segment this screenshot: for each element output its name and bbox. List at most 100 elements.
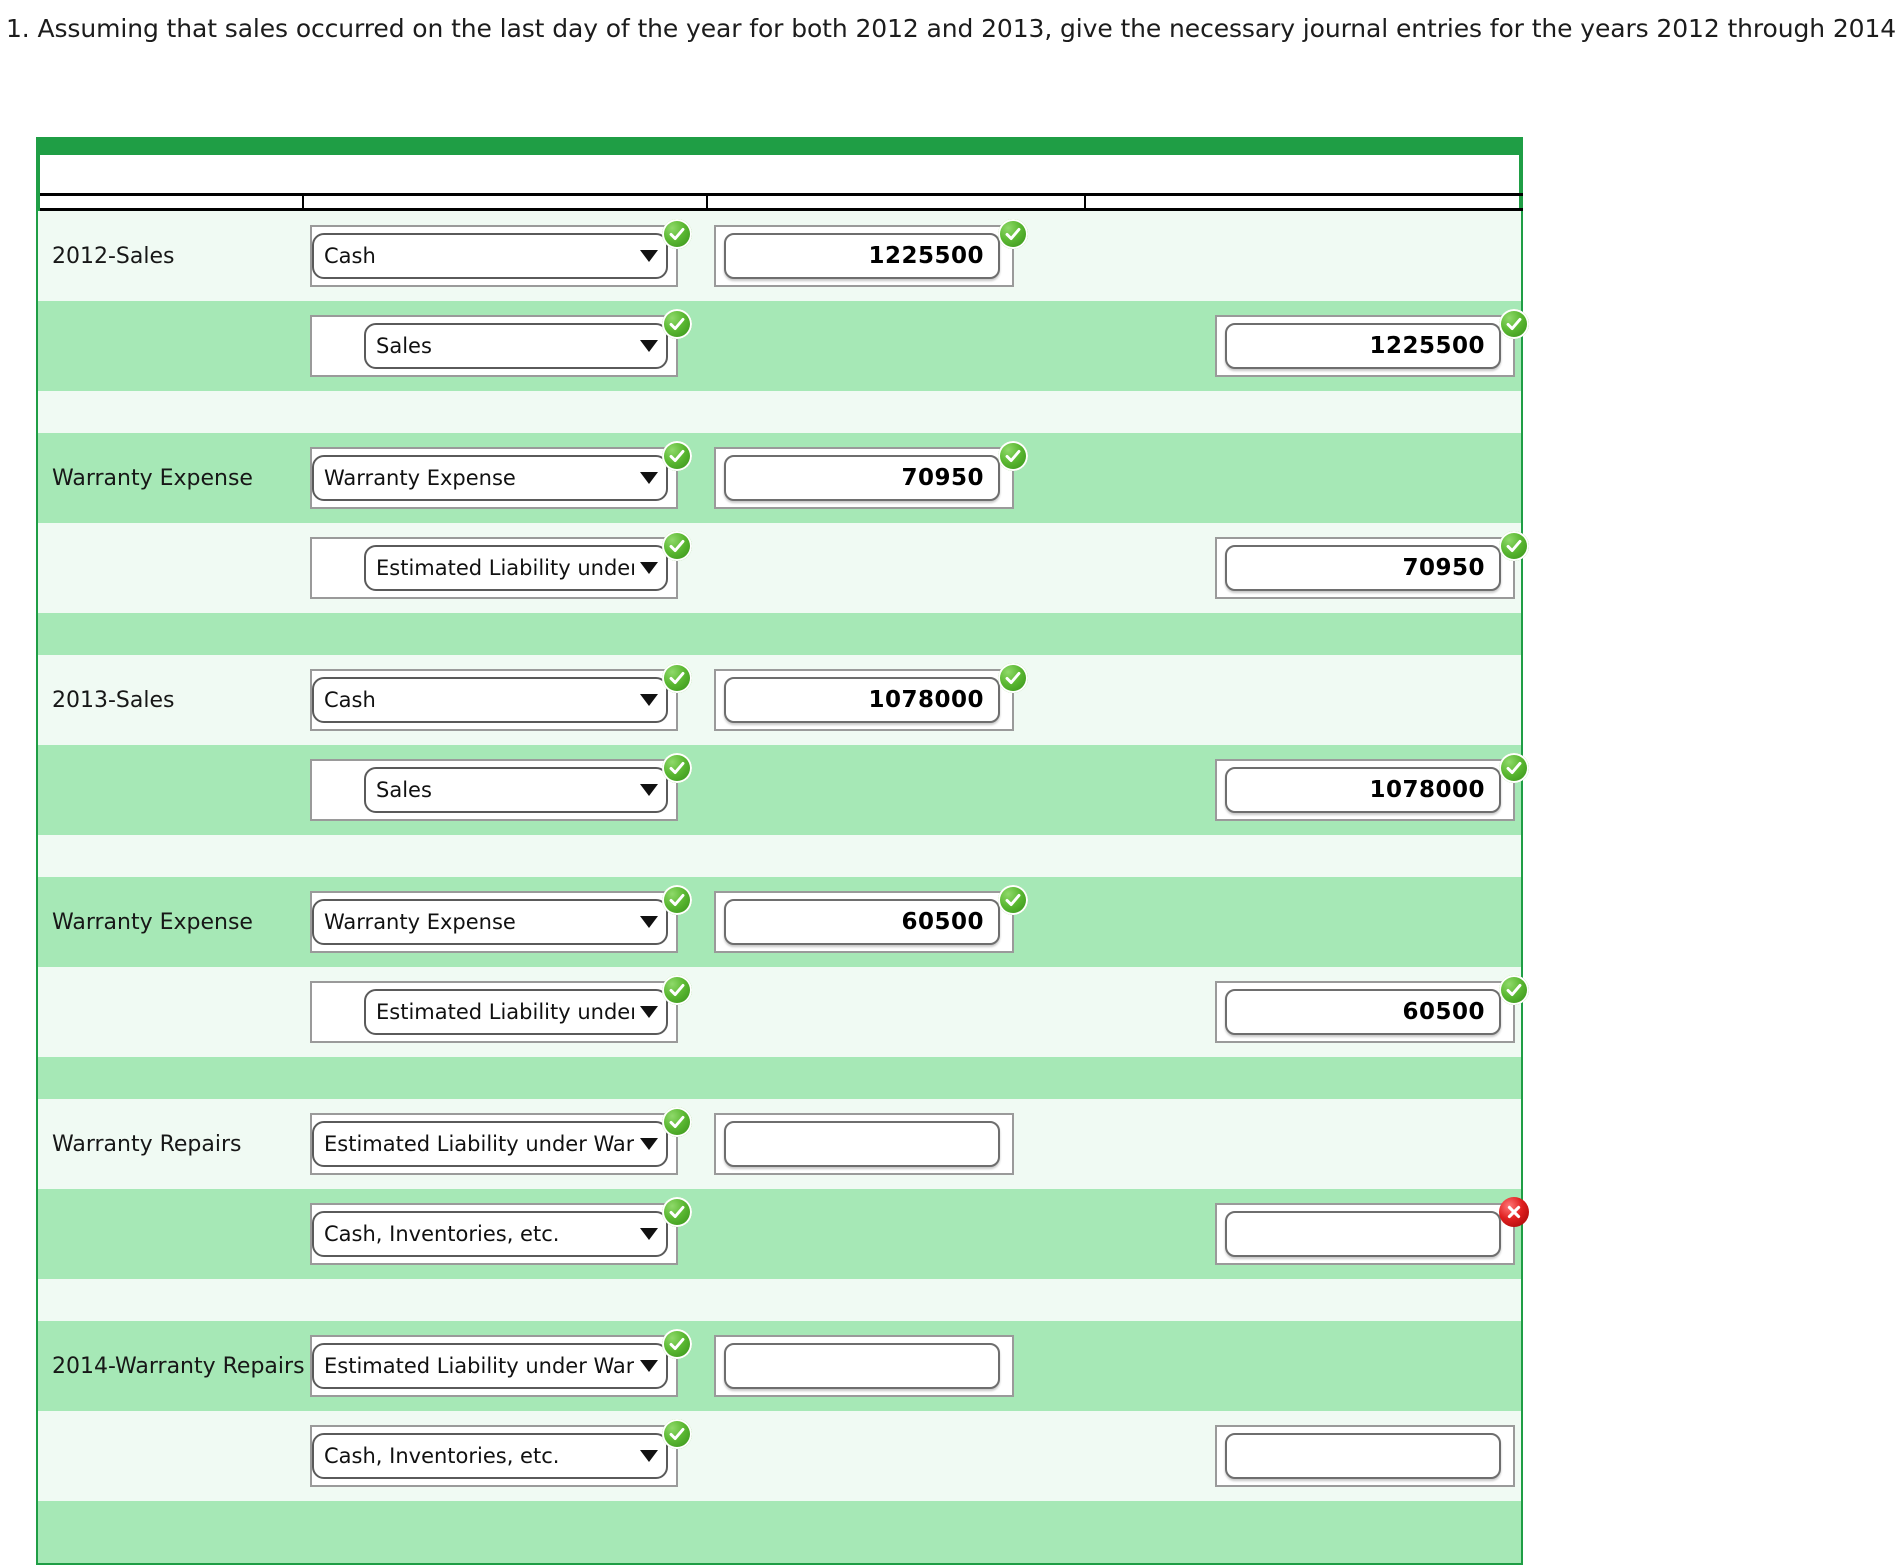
chevron-down-icon [640, 472, 658, 484]
check-circle-icon [662, 441, 692, 471]
table-spacer-row [38, 613, 1521, 655]
journal-entry-row: 2014-Warranty Repairs Estimated Liability… [38, 1321, 1521, 1411]
journal-entry-row: Estimated Liability under Warr 60500 [38, 967, 1529, 1057]
credit-amount-wrapper[interactable] [1215, 1197, 1529, 1265]
account-select-wrapper[interactable]: Cash, Inventories, etc. [310, 1419, 692, 1487]
entry-label-cell [38, 523, 300, 613]
credit-amount-input[interactable]: 1225500 [1225, 323, 1501, 369]
journal-entry-row: Warranty Expense Warranty Expense 60500 [38, 877, 1521, 967]
chevron-down-icon [640, 1006, 658, 1018]
chevron-down-icon [640, 1450, 658, 1462]
check-circle-icon [998, 885, 1028, 915]
debit-amount-wrapper[interactable] [714, 1113, 1014, 1175]
credit-amount-input[interactable]: 1078000 [1225, 767, 1501, 813]
account-select[interactable]: Warranty Expense [312, 899, 668, 945]
account-select[interactable]: Cash [312, 677, 668, 723]
account-select-value: Estimated Liability under Warr [376, 1000, 634, 1024]
check-circle-icon [998, 219, 1028, 249]
journal-entry-row: Cash, Inventories, etc. [38, 1411, 1521, 1501]
credit-amount-input[interactable]: 60500 [1225, 989, 1501, 1035]
journal-entry-row: Estimated Liability under Warr 70950 [38, 523, 1529, 613]
debit-amount-wrapper[interactable]: 1078000 [714, 663, 1028, 731]
table-spacer-row [38, 1501, 1521, 1563]
entry-label-cell: 2013-Sales [38, 655, 300, 745]
debit-cell: 1078000 [704, 655, 1082, 745]
debit-amount-input[interactable]: 1078000 [724, 677, 1000, 723]
account-select-wrapper[interactable]: Warranty Expense [310, 441, 692, 509]
credit-amount-wrapper[interactable]: 70950 [1215, 531, 1529, 599]
account-cell: Warranty Expense [300, 877, 704, 967]
credit-cell [1082, 1411, 1521, 1501]
credit-amount-wrapper[interactable]: 60500 [1215, 975, 1529, 1043]
account-select-wrapper[interactable]: Estimated Liability under Warr [310, 531, 692, 599]
credit-amount-wrapper[interactable]: 1225500 [1215, 309, 1529, 377]
debit-cell: 60500 [704, 877, 1082, 967]
account-select-wrapper[interactable]: Estimated Liability under Warr [310, 975, 692, 1043]
check-circle-icon [662, 975, 692, 1005]
account-select-wrapper[interactable]: Cash [310, 663, 692, 731]
check-circle-icon [662, 531, 692, 561]
debit-amount-input[interactable]: 60500 [724, 899, 1000, 945]
error-circle-icon [1499, 1197, 1529, 1227]
debit-amount-wrapper[interactable]: 60500 [714, 885, 1028, 953]
account-select-wrapper[interactable]: Cash, Inventories, etc. [310, 1197, 692, 1265]
account-select-wrapper[interactable]: Warranty Expense [310, 885, 692, 953]
entry-label-cell [38, 967, 300, 1057]
account-select[interactable]: Estimated Liability under Warr [312, 1121, 668, 1167]
account-select-wrapper[interactable]: Estimated Liability under Warr [310, 1329, 692, 1397]
rule-segment-debit [706, 193, 1084, 211]
account-select[interactable]: Cash [312, 233, 668, 279]
account-select[interactable]: Estimated Liability under Warr [364, 989, 668, 1035]
entry-label-cell [38, 745, 300, 835]
account-select-wrapper[interactable]: Cash [310, 219, 692, 287]
debit-amount-input[interactable]: 70950 [724, 455, 1000, 501]
account-select[interactable]: Sales [364, 323, 668, 369]
account-cell: Cash [300, 211, 704, 301]
debit-cell [704, 967, 1082, 1057]
account-select[interactable]: Cash, Inventories, etc. [312, 1433, 668, 1479]
account-select-wrapper[interactable]: Estimated Liability under Warr [310, 1107, 692, 1175]
credit-amount-input[interactable] [1225, 1433, 1501, 1479]
debit-amount-input[interactable] [724, 1343, 1000, 1389]
debit-amount-wrapper[interactable]: 1225500 [714, 219, 1028, 287]
credit-amount-input[interactable]: 70950 [1225, 545, 1501, 591]
account-select-value: Warranty Expense [324, 910, 516, 934]
debit-amount-wrapper[interactable]: 70950 [714, 441, 1028, 509]
chevron-down-icon [640, 784, 658, 796]
account-cell: Cash [300, 655, 704, 745]
account-cell: Estimated Liability under Warr [300, 1099, 704, 1189]
journal-entry-row: Warranty Expense Warranty Expense 70950 [38, 433, 1521, 523]
account-select-value: Sales [376, 778, 432, 802]
debit-amount-input[interactable]: 1225500 [724, 233, 1000, 279]
chevron-down-icon [640, 916, 658, 928]
journal-entry-row: Cash, Inventories, etc. [38, 1189, 1529, 1279]
credit-amount-input[interactable] [1225, 1211, 1501, 1257]
entry-label-cell: Warranty Repairs [38, 1099, 300, 1189]
rule-segment-account [302, 193, 706, 211]
debit-amount-input[interactable] [724, 1121, 1000, 1167]
debit-amount-wrapper[interactable] [714, 1335, 1014, 1397]
account-select[interactable]: Sales [364, 767, 668, 813]
account-select-wrapper[interactable]: Sales [310, 753, 692, 821]
check-circle-icon [662, 1197, 692, 1227]
account-select-value: Cash, Inventories, etc. [324, 1222, 560, 1246]
debit-cell [704, 523, 1082, 613]
table-spacer-row [38, 1279, 1521, 1321]
account-select[interactable]: Estimated Liability under Warr [364, 545, 668, 591]
account-select[interactable]: Estimated Liability under Warr [312, 1343, 668, 1389]
account-cell: Estimated Liability under Warr [300, 523, 704, 613]
credit-amount-wrapper[interactable]: 1078000 [1215, 753, 1529, 821]
account-select[interactable]: Warranty Expense [312, 455, 668, 501]
journal-rows-container: 2012-Sales Cash 1225500 Sales 1225500 Warrant… [38, 211, 1529, 1563]
check-circle-icon [998, 663, 1028, 693]
chevron-down-icon [640, 562, 658, 574]
credit-cell [1082, 877, 1521, 967]
account-select[interactable]: Cash, Inventories, etc. [312, 1211, 668, 1257]
rule-segment-label [40, 193, 302, 211]
check-circle-icon [662, 309, 692, 339]
credit-amount-wrapper[interactable] [1215, 1425, 1515, 1487]
account-select-wrapper[interactable]: Sales [310, 309, 692, 377]
journal-entry-row: Warranty Repairs Estimated Liability unde… [38, 1099, 1521, 1189]
account-select-value: Cash [324, 688, 376, 712]
account-cell: Estimated Liability under Warr [300, 967, 704, 1057]
